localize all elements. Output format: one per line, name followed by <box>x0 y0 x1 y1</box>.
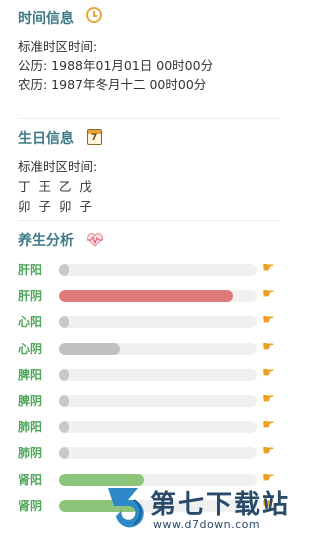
watermark-logo <box>108 488 144 528</box>
health-row: 脾阴 ☛ <box>0 388 300 414</box>
level-bar-fill <box>59 395 69 407</box>
health-row: 肺阳 ☛ <box>0 414 300 440</box>
gregorian-date: 公历: 1988年01月01日 00时00分 <box>18 58 214 73</box>
divider <box>18 220 280 221</box>
watermark-url: www.d7down.com <box>153 518 261 531</box>
level-bar-track <box>59 421 257 434</box>
level-bar-fill <box>59 290 234 303</box>
birth-info-std-label: 标准时区时间: <box>18 159 98 174</box>
organ-label: 脾阳 <box>18 367 43 382</box>
level-bar-track <box>59 264 257 276</box>
level-bar-fill <box>59 342 121 355</box>
level-bar-track <box>59 368 257 381</box>
organ-label: 心阳 <box>18 315 43 330</box>
organ-label: 肾阳 <box>18 472 43 487</box>
time-info-title: 时间信息 <box>18 11 74 27</box>
health-row: 肺阴 ☛ <box>0 440 300 466</box>
organ-label: 肺阴 <box>18 446 43 461</box>
organ-label: 心阴 <box>18 341 43 356</box>
health-row: 心阴 ☛ <box>0 336 300 362</box>
organ-label: 肺阳 <box>18 420 43 435</box>
heartbeat-icon <box>87 233 103 247</box>
health-analysis-title: 养生分析 <box>18 233 74 249</box>
divider <box>18 118 280 119</box>
pointing-hand-icon[interactable]: ☛ <box>262 416 275 434</box>
heavenly-stems: 丁 王 乙 戊 <box>18 179 94 194</box>
level-bar-fill <box>59 264 69 276</box>
organ-label: 脾阴 <box>18 394 43 408</box>
calendar-icon: 7 <box>87 129 102 145</box>
pointing-hand-icon[interactable]: ☛ <box>262 311 275 329</box>
health-row: 肝阴 ☛ <box>0 283 300 309</box>
earthly-branches: 卯 子 卯 子 <box>18 199 94 214</box>
organ-label: 肝阳 <box>18 263 43 277</box>
calendar-icon-number: 7 <box>91 133 98 143</box>
time-info-std-label: 标准时区时间: <box>18 39 98 54</box>
pointing-hand-icon[interactable]: ☛ <box>262 259 275 277</box>
clock-icon <box>86 7 102 23</box>
health-row: 脾阳 ☛ <box>0 362 300 388</box>
level-bar-track <box>59 395 257 407</box>
pointing-hand-icon[interactable]: ☛ <box>262 338 275 356</box>
organ-label: 肝阴 <box>18 289 43 304</box>
pointing-hand-icon[interactable]: ☛ <box>262 390 275 408</box>
health-row: 肝阳 ☛ <box>0 257 300 283</box>
health-row: 心阳 ☛ <box>0 309 300 335</box>
level-bar-track <box>59 316 257 329</box>
pointing-hand-icon[interactable]: ☛ <box>262 364 275 382</box>
level-bar-track <box>59 447 257 460</box>
pointing-hand-icon[interactable]: ☛ <box>262 285 275 303</box>
watermark-text: 第七下载站 <box>150 490 291 520</box>
level-bar-track <box>59 342 257 355</box>
lunar-date: 农历: 1987年冬月十二 00时00分 <box>18 77 207 92</box>
level-bar-track <box>59 290 257 303</box>
birth-info-title: 生日信息 <box>18 131 74 147</box>
level-bar-fill <box>59 316 69 329</box>
pointing-hand-icon[interactable]: ☛ <box>262 442 275 460</box>
level-bar-fill <box>59 447 69 460</box>
level-bar-fill <box>59 421 69 434</box>
organ-label: 肾阴 <box>18 498 43 513</box>
level-bar-fill <box>59 368 69 381</box>
